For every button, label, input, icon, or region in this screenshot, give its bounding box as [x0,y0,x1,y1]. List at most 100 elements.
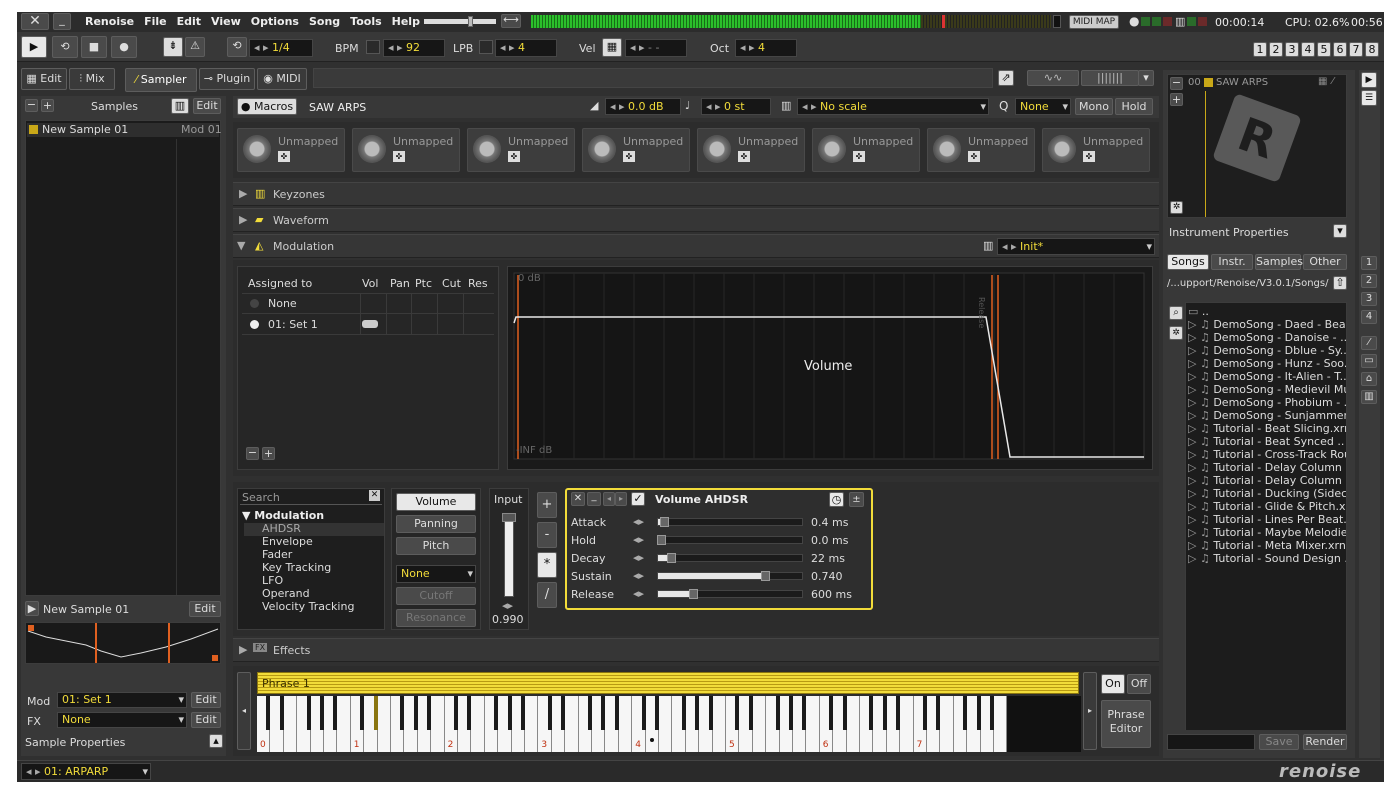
instrument-transpose-field[interactable]: ◂ ▸ 0 st [701,98,771,115]
piano-white-key[interactable] [377,696,391,752]
piano-white-key[interactable] [752,696,767,752]
track-3[interactable]: 3 [1285,42,1299,57]
piano-keyboard[interactable]: 0 1 2 3 4 5 6 7 [257,696,1081,752]
mono-button[interactable]: Mono [1075,98,1113,115]
list-item[interactable]: ▷ ♫ DemoSong - Hunz - Soo.. [1188,357,1346,370]
home-icon[interactable]: ⌂ [1361,372,1377,386]
preview-play-button[interactable]: ▶ [25,601,39,616]
radio-button[interactable] [250,299,259,308]
tempo-sync-button[interactable]: ◷ [829,492,844,507]
volume-handle[interactable] [468,16,473,27]
operator-add-button[interactable]: + [537,492,557,518]
macro-knob[interactable] [473,135,501,163]
phrase-on-button[interactable]: On [1101,674,1125,694]
macro-8[interactable]: Unmapped ✜ [1042,128,1150,172]
device-minimize-button[interactable]: _ [587,492,601,506]
menu-renoise[interactable]: Renoise [85,15,134,31]
device-move-right[interactable]: ▸ [615,492,627,506]
instrument-properties-toggle[interactable]: ▾ [1333,224,1347,238]
piano-white-key[interactable] [994,696,1008,752]
piano-white-key[interactable] [471,696,485,752]
macro-knob[interactable] [703,135,731,163]
keyboard-scroll-left[interactable]: ◂ [237,672,251,750]
list-item[interactable]: ▷ ♫ DemoSong - Sunjammer.. [1188,409,1346,422]
macro-knob[interactable] [243,135,271,163]
list-item[interactable]: ▷ ♫ Tutorial - Lines Per Beat.. [1188,513,1346,526]
close-button[interactable]: ✕ [21,13,49,30]
effects-section[interactable]: ▶ FX Effects [233,638,1159,662]
device-group-modulation[interactable]: ▼ Modulation [242,509,324,522]
macro-map-icon[interactable]: ✜ [508,151,520,162]
pencil-icon[interactable]: ⁄ [1361,336,1377,350]
piano-white-key[interactable] [712,696,726,752]
hold-slider[interactable] [656,535,803,545]
list-item[interactable]: ▷ ♫ Tutorial - Beat Synced .. [1188,435,1346,448]
list-item[interactable]: ▷ ♫ Tutorial - Cross-Track Rou.. [1188,448,1346,461]
add-instrument-button[interactable]: + [1170,93,1183,106]
save-button[interactable]: Save [1259,734,1299,750]
keyboard-view-button[interactable]: ▥ [171,98,189,114]
menu-view[interactable]: View [211,15,241,31]
preview-edit-button[interactable]: Edit [189,601,221,617]
panel-toggle-button[interactable]: ☰ [1361,90,1377,106]
release-stepper-icon[interactable]: ◂▸ [633,587,644,600]
input-stepper-icon[interactable]: ◂▸ [502,599,513,612]
hold-stepper-icon[interactable]: ◂▸ [633,533,644,546]
list-item[interactable]: Envelope [262,535,313,548]
track-5[interactable]: 5 [1317,42,1331,57]
target-panning-button[interactable]: Panning [396,515,476,533]
remove-sample-button[interactable]: − [25,99,38,112]
phrase-editor-button[interactable]: Phrase Editor [1101,700,1151,748]
device-close-button[interactable]: ✕ [571,492,585,506]
release-slider[interactable] [657,589,803,599]
list-item[interactable]: ▷ ♫ DemoSong - Danoise - .. [1188,331,1346,344]
list-item[interactable]: Operand [262,587,310,600]
samples-edit-button[interactable]: Edit [193,98,221,114]
detach-button[interactable]: ⇗ [998,70,1014,86]
macro-map-icon[interactable]: ✜ [853,151,865,162]
volume-assign-pill[interactable] [362,320,378,328]
envelope-graph[interactable]: 0 dB -INF dB Volume Release [507,266,1153,470]
track-2[interactable]: 2 [1269,42,1283,57]
remove-set-button[interactable]: − [246,447,259,460]
list-item[interactable]: ▷ ♫ DemoSong - Medievil Mu.. [1188,383,1346,396]
piano-white-key[interactable] [900,696,914,752]
modulation-section[interactable]: ▼ ◭ Modulation ▥ ◂ ▸ Init* ▾ [233,234,1159,258]
scopes-toggle-button[interactable]: ▶ [1361,72,1377,88]
macro-7[interactable]: Unmapped ✜ [927,128,1035,172]
target-cutoff-button[interactable]: Cutoff [396,587,476,605]
list-item[interactable]: Fader [262,548,292,561]
tab-other[interactable]: Other [1303,254,1347,270]
menu-help[interactable]: Help [392,15,420,31]
list-item[interactable]: Key Tracking [262,561,331,574]
macro-map-icon[interactable]: ✜ [393,151,405,162]
list-item[interactable]: LFO [262,574,283,587]
tab-plugin[interactable]: ⊸ Plugin [199,68,255,90]
parent-folder-item[interactable]: ▭ .. [1188,305,1346,318]
loop-button[interactable]: ⟲ [52,36,78,58]
tab-midi[interactable]: ◉ MIDI [257,68,307,90]
macro-knob[interactable] [818,135,846,163]
menu-song[interactable]: Song [309,15,340,31]
operator-divide-button[interactable]: / [537,582,557,608]
lines-field[interactable]: ◂ ▸ 1/4 [249,39,313,57]
list-item[interactable]: ▷ ♫ DemoSong - Daed - Bea.. [1188,318,1346,331]
track-8[interactable]: 8 [1365,42,1379,57]
keyboard-velocity-toggle[interactable]: ▦ [602,38,622,57]
list-item[interactable]: ▷ ♫ Tutorial - Meta Mixer.xrns [1188,539,1346,552]
mod-edit-button[interactable]: Edit [191,692,221,708]
track-7[interactable]: 7 [1349,42,1363,57]
list-item[interactable]: New Sample 01 Mod 01 [27,123,222,137]
list-item[interactable]: ▷ ♫ Tutorial - Sound Design .. [1188,552,1346,565]
tab-samples[interactable]: Samples [1255,254,1303,270]
keyzones-section[interactable]: ▶ ▥ Keyzones [233,182,1159,206]
side-num-4[interactable]: 4 [1361,310,1377,324]
octave-field[interactable]: ◂ ▸ 4 [735,39,797,57]
stop-button[interactable]: ■ [81,36,107,58]
waveform-section[interactable]: ▶ ▰ Waveform [233,208,1159,232]
list-item[interactable]: ▷ ♫ Tutorial - Glide & Pitch.x.. [1188,500,1346,513]
render-name-field[interactable] [1167,734,1255,750]
render-button[interactable]: Render [1303,734,1347,750]
device-enable-checkbox[interactable]: ✓ [631,492,645,506]
decay-stepper-icon[interactable]: ◂▸ [633,551,644,564]
